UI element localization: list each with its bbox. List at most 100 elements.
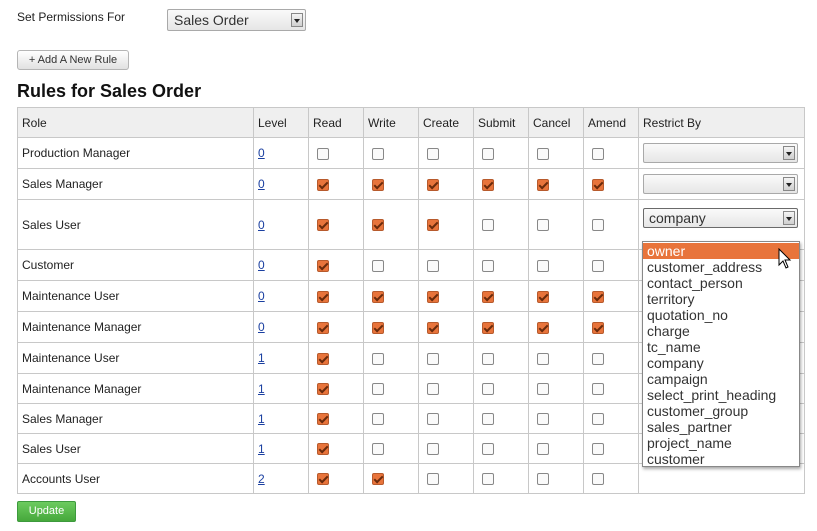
level-link[interactable]: 1	[258, 442, 265, 456]
dropdown-option-campaign[interactable]: campaign	[643, 371, 799, 387]
amend-checkbox[interactable]	[592, 178, 604, 191]
amend-checkbox[interactable]	[592, 259, 604, 272]
read-checkbox[interactable]	[317, 473, 329, 486]
cancel-checkbox[interactable]	[537, 383, 549, 396]
write-checkbox[interactable]	[372, 352, 384, 365]
chevron-down-icon[interactable]	[783, 177, 795, 191]
read-checkbox[interactable]	[317, 321, 329, 334]
read-checkbox[interactable]	[317, 219, 329, 232]
cancel-checkbox[interactable]	[537, 352, 549, 365]
amend-checkbox[interactable]	[592, 473, 604, 486]
chevron-down-icon[interactable]	[783, 210, 795, 225]
level-link[interactable]: 1	[258, 351, 265, 365]
dropdown-option-quotation-no[interactable]: quotation_no	[643, 307, 799, 323]
amend-checkbox[interactable]	[592, 352, 604, 365]
submit-checkbox[interactable]	[482, 443, 494, 456]
write-checkbox[interactable]	[372, 219, 384, 232]
add-new-rule-button[interactable]: + Add A New Rule	[17, 50, 129, 70]
write-checkbox[interactable]	[372, 259, 384, 272]
create-checkbox[interactable]	[427, 383, 439, 396]
chevron-down-icon[interactable]	[783, 146, 795, 160]
create-checkbox[interactable]	[427, 219, 439, 232]
submit-checkbox[interactable]	[482, 147, 494, 160]
create-checkbox[interactable]	[427, 147, 439, 160]
level-link[interactable]: 0	[258, 258, 265, 272]
write-checkbox[interactable]	[372, 383, 384, 396]
read-checkbox[interactable]	[317, 178, 329, 191]
amend-checkbox[interactable]	[592, 321, 604, 334]
create-checkbox[interactable]	[427, 259, 439, 272]
update-button[interactable]: Update	[17, 501, 76, 522]
level-link[interactable]: 0	[258, 177, 265, 191]
cancel-checkbox[interactable]	[537, 178, 549, 191]
level-link[interactable]: 1	[258, 412, 265, 426]
write-checkbox[interactable]	[372, 473, 384, 486]
read-checkbox[interactable]	[317, 443, 329, 456]
submit-checkbox[interactable]	[482, 321, 494, 334]
read-checkbox[interactable]	[317, 290, 329, 303]
write-checkbox[interactable]	[372, 290, 384, 303]
amend-checkbox[interactable]	[592, 219, 604, 232]
dropdown-option-company[interactable]: company	[643, 355, 799, 371]
submit-checkbox[interactable]	[482, 178, 494, 191]
restrict-by-select[interactable]: company	[643, 207, 798, 228]
submit-checkbox[interactable]	[482, 473, 494, 486]
amend-checkbox[interactable]	[592, 383, 604, 396]
amend-checkbox[interactable]	[592, 443, 604, 456]
write-checkbox[interactable]	[372, 443, 384, 456]
restrict-by-dropdown-list[interactable]: owner customer_address contact_person terri…	[642, 241, 800, 467]
dropdown-option-select-print-heading[interactable]: select_print_heading	[643, 387, 799, 403]
dropdown-option-project-name[interactable]: project_name	[643, 435, 799, 451]
create-checkbox[interactable]	[427, 178, 439, 191]
cancel-checkbox[interactable]	[537, 321, 549, 334]
dropdown-option-owner[interactable]: owner	[643, 243, 799, 259]
create-checkbox[interactable]	[427, 443, 439, 456]
restrict-by-select[interactable]	[643, 174, 798, 194]
submit-checkbox[interactable]	[482, 259, 494, 272]
doctype-select[interactable]: Sales Order	[167, 9, 306, 31]
create-checkbox[interactable]	[427, 290, 439, 303]
submit-checkbox[interactable]	[482, 219, 494, 232]
dropdown-option-territory[interactable]: territory	[643, 291, 799, 307]
cancel-checkbox[interactable]	[537, 219, 549, 232]
level-link[interactable]: 0	[258, 289, 265, 303]
dropdown-option-customer-address[interactable]: customer_address	[643, 259, 799, 275]
submit-checkbox[interactable]	[482, 383, 494, 396]
cancel-checkbox[interactable]	[537, 290, 549, 303]
level-link[interactable]: 0	[258, 320, 265, 334]
dropdown-option-sales-partner[interactable]: sales_partner	[643, 419, 799, 435]
write-checkbox[interactable]	[372, 413, 384, 426]
cancel-checkbox[interactable]	[537, 259, 549, 272]
read-checkbox[interactable]	[317, 259, 329, 272]
level-link[interactable]: 1	[258, 382, 265, 396]
dropdown-option-contact-person[interactable]: contact_person	[643, 275, 799, 291]
submit-checkbox[interactable]	[482, 413, 494, 426]
amend-checkbox[interactable]	[592, 290, 604, 303]
create-checkbox[interactable]	[427, 413, 439, 426]
dropdown-option-charge[interactable]: charge	[643, 323, 799, 339]
read-checkbox[interactable]	[317, 147, 329, 160]
cancel-checkbox[interactable]	[537, 147, 549, 160]
write-checkbox[interactable]	[372, 321, 384, 334]
submit-checkbox[interactable]	[482, 290, 494, 303]
level-link[interactable]: 0	[258, 146, 265, 160]
amend-checkbox[interactable]	[592, 147, 604, 160]
read-checkbox[interactable]	[317, 352, 329, 365]
create-checkbox[interactable]	[427, 352, 439, 365]
dropdown-option-tc-name[interactable]: tc_name	[643, 339, 799, 355]
dropdown-option-customer-group[interactable]: customer_group	[643, 403, 799, 419]
amend-checkbox[interactable]	[592, 413, 604, 426]
chevron-down-icon[interactable]	[291, 13, 303, 27]
read-checkbox[interactable]	[317, 383, 329, 396]
restrict-by-select[interactable]	[643, 143, 798, 163]
create-checkbox[interactable]	[427, 321, 439, 334]
write-checkbox[interactable]	[372, 147, 384, 160]
level-link[interactable]: 0	[258, 218, 265, 232]
read-checkbox[interactable]	[317, 413, 329, 426]
create-checkbox[interactable]	[427, 473, 439, 486]
cancel-checkbox[interactable]	[537, 443, 549, 456]
write-checkbox[interactable]	[372, 178, 384, 191]
submit-checkbox[interactable]	[482, 352, 494, 365]
dropdown-option-customer[interactable]: customer	[643, 451, 799, 467]
level-link[interactable]: 2	[258, 472, 265, 486]
